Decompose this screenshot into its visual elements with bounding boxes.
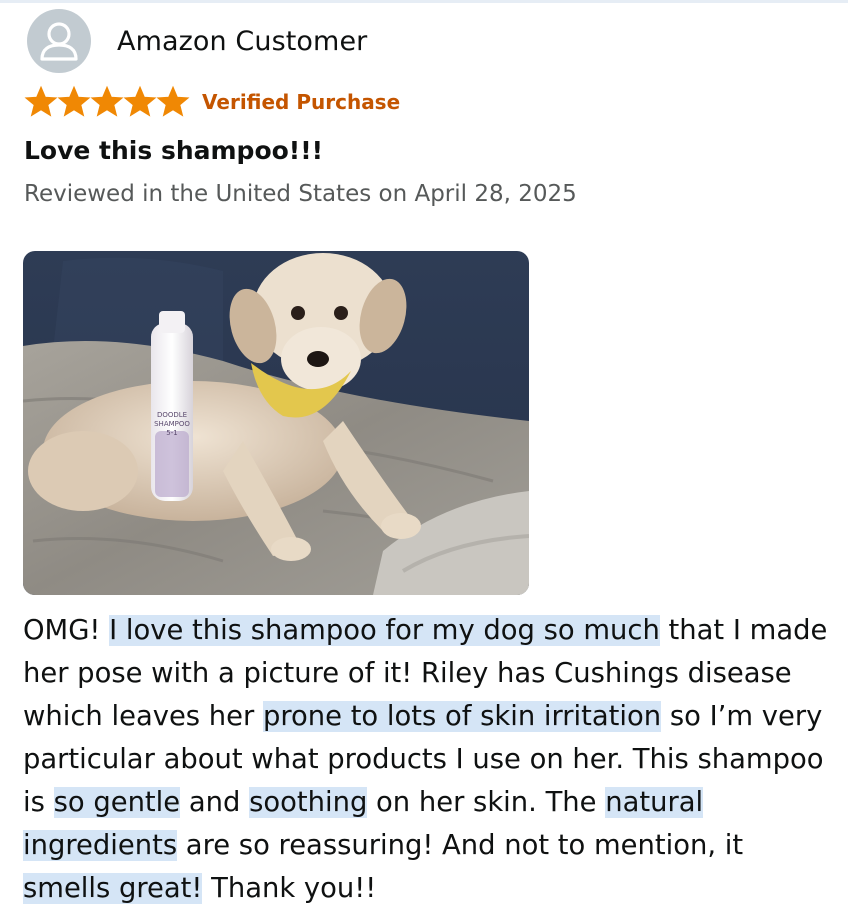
highlighted-phrase: so gentle (53, 787, 181, 818)
star-icon (90, 85, 124, 117)
bottle-label-line: 5-1 (166, 429, 178, 437)
star-icon (123, 85, 157, 117)
highlighted-phrase: I love this shampoo for my dog so much (109, 615, 660, 646)
highlighted-phrase: smells great! (23, 873, 203, 904)
review-body: OMG! I love this shampoo for my dog so m… (23, 609, 838, 910)
review-text-segment: OMG! (23, 615, 110, 646)
review-text-segment: on her skin. The (367, 787, 606, 818)
bottle-label-line: DOODLE (156, 411, 188, 419)
reviewer-profile[interactable]: Amazon Customer (27, 9, 367, 73)
bottle-label-line: SHAMPOO (154, 420, 190, 428)
star-icon (57, 85, 91, 117)
verified-purchase-badge: Verified Purchase (202, 90, 401, 114)
highlighted-phrase: prone to lots of skin irritation (262, 701, 662, 732)
review-photo[interactable]: DOODLE SHAMPOO 5-1 (23, 251, 529, 595)
review-meta: Reviewed in the United States on April 2… (24, 181, 577, 207)
star-icon (156, 85, 190, 117)
review-title: Love this shampoo!!! (24, 136, 324, 165)
review-text-segment: are so reassuring! And not to mention, i… (177, 830, 744, 861)
star-rating[interactable] (24, 85, 190, 119)
highlighted-phrase: soothing (249, 787, 368, 818)
top-divider (0, 0, 848, 3)
star-icon (24, 85, 58, 117)
person-icon (27, 9, 91, 73)
review-text-segment: Thank you!! (202, 873, 377, 904)
rating-row: Verified Purchase (24, 85, 400, 119)
reviewer-name: Amazon Customer (117, 25, 368, 57)
review-text-segment: and (180, 787, 250, 818)
bottle-label: DOODLE SHAMPOO 5-1 (151, 411, 193, 438)
